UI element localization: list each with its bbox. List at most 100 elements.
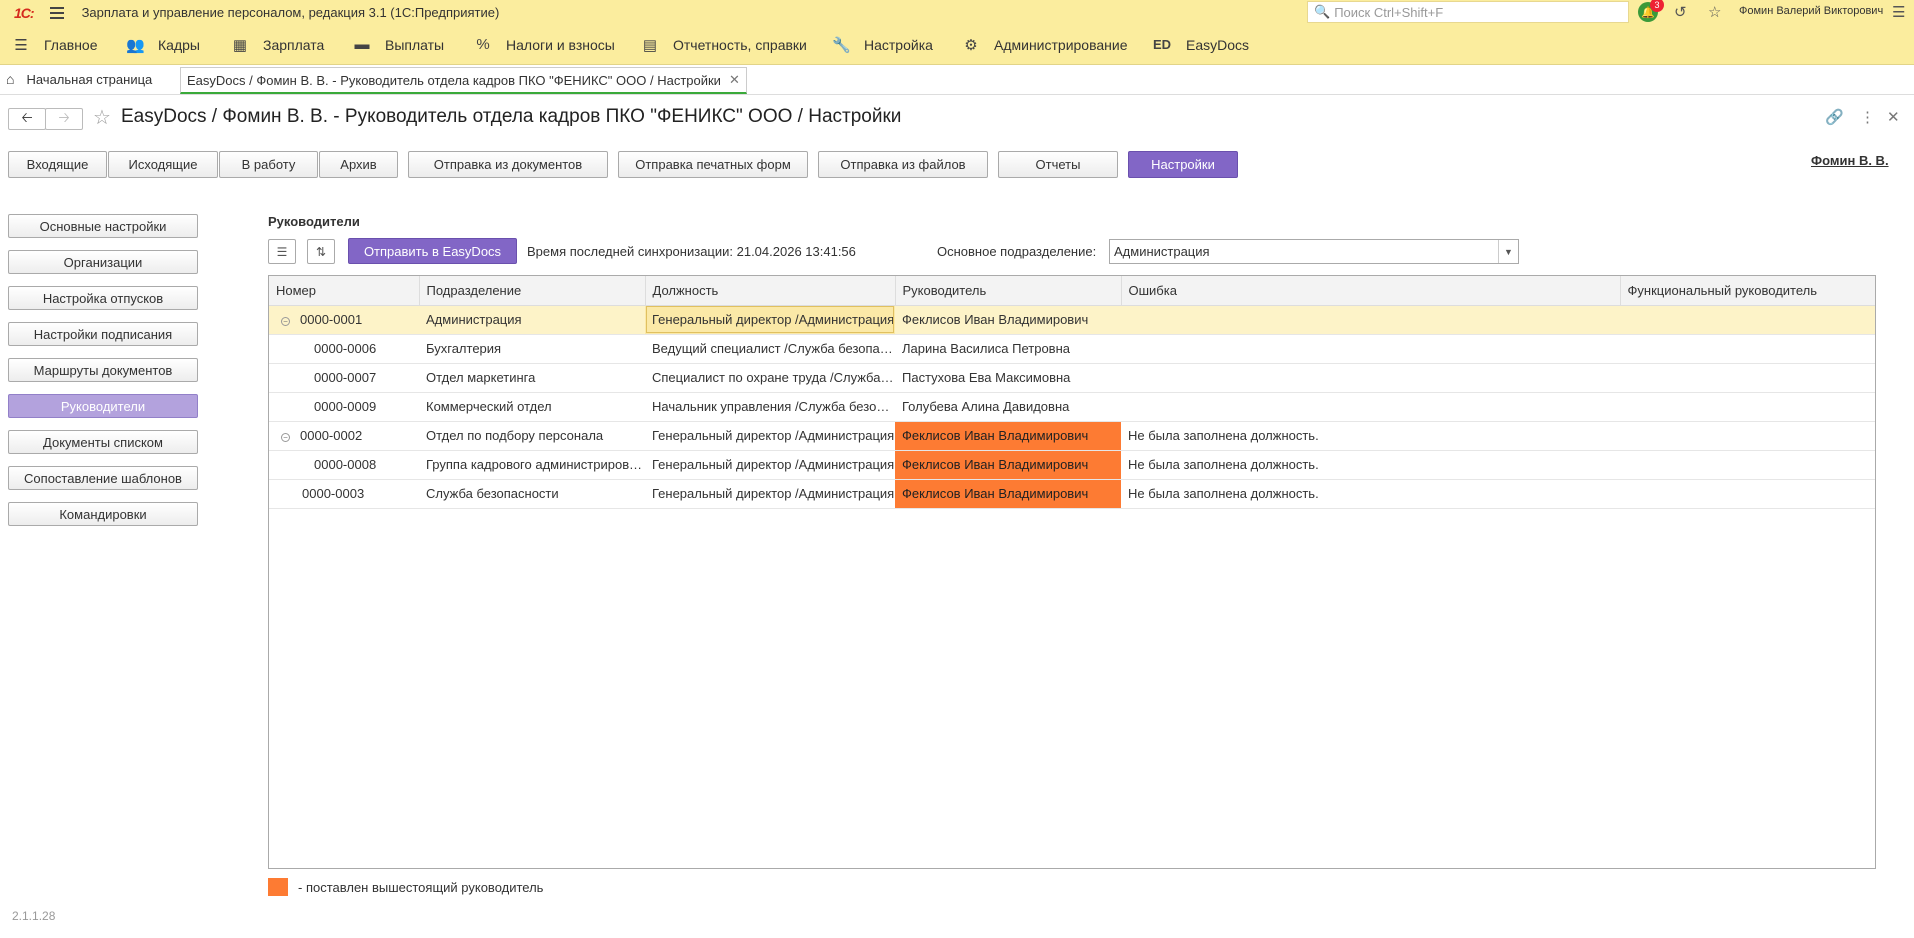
table-row[interactable]: 0000-0006 Бухгалтерия Ведущий специалист…: [269, 334, 1875, 364]
settings-menu-icon[interactable]: ☰: [1892, 3, 1905, 21]
position-cell[interactable]: Генеральный директор /Администрация: [645, 450, 895, 480]
notifications-icon[interactable]: 🔔 3: [1638, 0, 1664, 22]
sidebar-item-documents-list[interactable]: Документы списком: [8, 430, 198, 454]
more-icon[interactable]: ⋮: [1860, 108, 1875, 126]
number-cell[interactable]: 0000-0003: [269, 479, 419, 509]
section-easydocs[interactable]: ED EasyDocs: [1152, 37, 1249, 53]
manager-cell[interactable]: Феклисов Иван Владимирович: [895, 421, 1121, 451]
menu-icon[interactable]: [49, 6, 64, 19]
expand-all-icon[interactable]: ☰: [268, 239, 296, 264]
incoming-button[interactable]: Входящие: [8, 151, 107, 178]
back-button[interactable]: 🡠: [8, 108, 46, 130]
section-settings[interactable]: 🔧 Настройка: [832, 36, 933, 54]
department-cell[interactable]: Служба безопасности: [419, 479, 645, 509]
table-row[interactable]: 0000-0008 Группа кадрового администриров…: [269, 450, 1875, 480]
favorites-icon[interactable]: ☆: [1708, 3, 1721, 21]
collapse-icon[interactable]: −: [281, 317, 290, 326]
archive-button[interactable]: Архив: [319, 151, 398, 178]
number-cell[interactable]: − 0000-0002: [269, 421, 419, 451]
close-icon[interactable]: ✕: [1887, 108, 1900, 126]
error-cell[interactable]: [1121, 392, 1620, 422]
send-from-documents-button[interactable]: Отправка из документов: [408, 151, 608, 178]
section-salary[interactable]: ▦ Зарплата: [231, 36, 324, 54]
history-icon[interactable]: ↺: [1674, 3, 1687, 21]
table-row[interactable]: 0000-0009 Коммерческий отдел Начальник у…: [269, 392, 1875, 422]
link-icon[interactable]: 🔗: [1825, 108, 1844, 126]
table-row[interactable]: − 0000-0001 Администрация Генеральный дир…: [269, 305, 1875, 335]
number-cell[interactable]: 0000-0009: [269, 392, 419, 422]
table-row[interactable]: − 0000-0002 Отдел по подбору персонала Ге…: [269, 421, 1875, 451]
forward-button[interactable]: 🡢: [45, 108, 83, 130]
department-cell[interactable]: Коммерческий отдел: [419, 392, 645, 422]
manager-cell[interactable]: Ларина Василиса Петровна: [895, 334, 1121, 364]
sidebar-item-managers[interactable]: Руководители: [8, 394, 198, 418]
sidebar-item-business-trips[interactable]: Командировки: [8, 502, 198, 526]
functional-manager-cell[interactable]: [1620, 305, 1875, 335]
sidebar-item-vacation-settings[interactable]: Настройка отпусков: [8, 286, 198, 310]
column-header[interactable]: Функциональный руководитель: [1620, 276, 1875, 306]
sidebar-item-template-mapping[interactable]: Сопоставление шаблонов: [8, 466, 198, 490]
functional-manager-cell[interactable]: [1620, 392, 1875, 422]
column-header[interactable]: Номер: [269, 276, 420, 306]
functional-manager-cell[interactable]: [1620, 334, 1875, 364]
position-cell[interactable]: Генеральный директор /Администрация: [645, 479, 895, 509]
sort-icon[interactable]: ⇅: [307, 239, 335, 264]
functional-manager-cell[interactable]: [1620, 450, 1875, 480]
error-cell[interactable]: Не была заполнена должность.: [1121, 479, 1620, 509]
search-input[interactable]: 🔍 Поиск Ctrl+Shift+F: [1307, 1, 1629, 23]
department-select[interactable]: Администрация ▼: [1109, 239, 1519, 264]
number-cell[interactable]: 0000-0008: [269, 450, 419, 480]
functional-manager-cell[interactable]: [1620, 363, 1875, 393]
department-cell[interactable]: Отдел по подбору персонала: [419, 421, 645, 451]
number-cell[interactable]: 0000-0007: [269, 363, 419, 393]
table-row[interactable]: 0000-0003 Служба безопасности Генеральны…: [269, 479, 1875, 509]
number-cell[interactable]: − 0000-0001: [269, 305, 419, 335]
user-name[interactable]: Фомин Валерий Викторович: [1739, 5, 1883, 17]
sidebar-item-organizations[interactable]: Организации: [8, 250, 198, 274]
manager-cell[interactable]: Феклисов Иван Владимирович: [895, 305, 1121, 335]
table-row[interactable]: 0000-0007 Отдел маркетинга Специалист по…: [269, 363, 1875, 393]
sidebar-item-signing-settings[interactable]: Настройки подписания: [8, 322, 198, 346]
manager-cell[interactable]: Феклисов Иван Владимирович: [895, 450, 1121, 480]
position-cell[interactable]: Начальник управления /Служба безопасност…: [645, 392, 895, 422]
settings-button[interactable]: Настройки: [1128, 151, 1238, 178]
department-cell[interactable]: Бухгалтерия: [419, 334, 645, 364]
error-cell[interactable]: [1121, 334, 1620, 364]
favorite-star-icon[interactable]: ☆: [93, 105, 111, 130]
send-print-forms-button[interactable]: Отправка печатных форм: [618, 151, 808, 178]
section-taxes[interactable]: % Налоги и взносы: [474, 36, 615, 53]
section-payments[interactable]: ▬ Выплаты: [353, 36, 445, 53]
section-reports[interactable]: ▤ Отчетность, справки: [641, 36, 807, 54]
user-link[interactable]: Фомин В. В.: [1811, 153, 1889, 168]
functional-manager-cell[interactable]: [1620, 421, 1875, 451]
send-to-easydocs-button[interactable]: Отправить в EasyDocs: [348, 238, 517, 264]
position-cell[interactable]: Генеральный директор /Администрация: [645, 421, 895, 451]
functional-manager-cell[interactable]: [1620, 479, 1875, 509]
reports-button[interactable]: Отчеты: [998, 151, 1118, 178]
sidebar-item-document-routes[interactable]: Маршруты документов: [8, 358, 198, 382]
number-cell[interactable]: 0000-0006: [269, 334, 419, 364]
send-from-files-button[interactable]: Отправка из файлов: [818, 151, 988, 178]
department-cell[interactable]: Группа кадрового администрирования: [419, 450, 645, 480]
position-cell[interactable]: Ведущий специалист /Служба безопасности: [645, 334, 895, 364]
section-hr[interactable]: 👥 Кадры: [126, 36, 200, 54]
tab-home[interactable]: ⌂ Начальная страница: [6, 71, 152, 87]
collapse-icon[interactable]: −: [281, 433, 290, 442]
column-header[interactable]: Руководитель: [895, 276, 1122, 306]
error-cell[interactable]: [1121, 305, 1620, 335]
to-work-button[interactable]: В работу: [219, 151, 318, 178]
error-cell[interactable]: Не была заполнена должность.: [1121, 421, 1620, 451]
sidebar-item-main-settings[interactable]: Основные настройки: [8, 214, 198, 238]
column-header[interactable]: Должность: [645, 276, 896, 306]
error-cell[interactable]: Не была заполнена должность.: [1121, 450, 1620, 480]
column-header[interactable]: Ошибка: [1121, 276, 1621, 306]
error-cell[interactable]: [1121, 363, 1620, 393]
column-header[interactable]: Подразделение: [419, 276, 646, 306]
chevron-down-icon[interactable]: ▼: [1498, 240, 1518, 263]
department-cell[interactable]: Администрация: [419, 305, 645, 335]
position-cell[interactable]: Генеральный директор /Администрация: [645, 305, 895, 335]
position-cell[interactable]: Специалист по охране труда /Служба безоп…: [645, 363, 895, 393]
close-tab-icon[interactable]: ✕: [729, 72, 740, 88]
section-main[interactable]: ☰ Главное: [12, 36, 97, 54]
outgoing-button[interactable]: Исходящие: [108, 151, 218, 178]
